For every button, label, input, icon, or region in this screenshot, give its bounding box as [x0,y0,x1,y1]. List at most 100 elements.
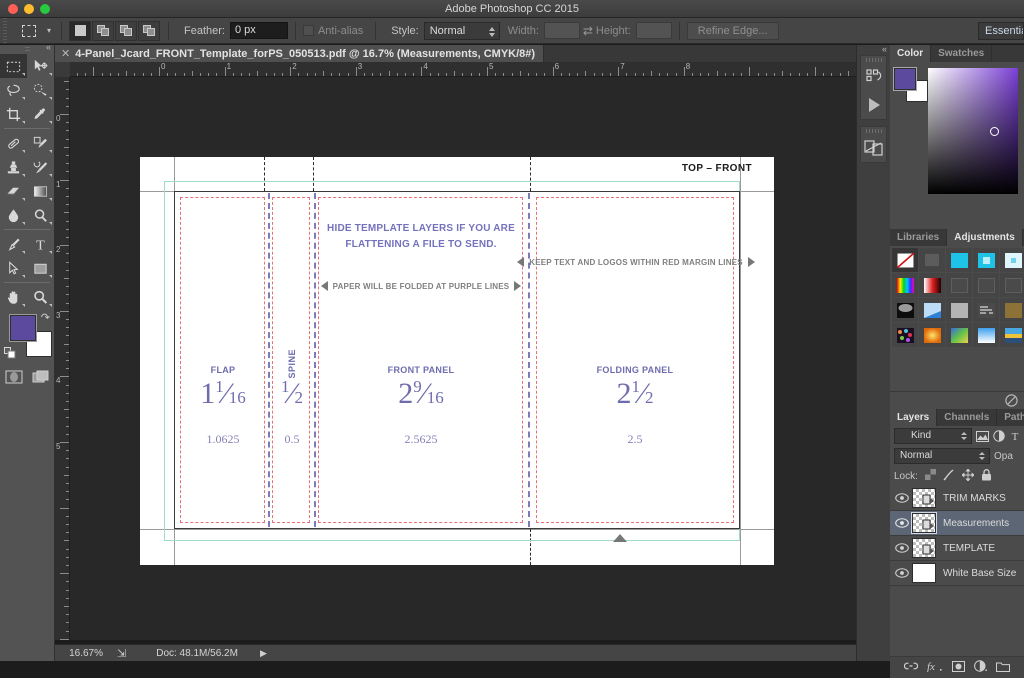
type-filter-icon[interactable]: T [1009,430,1020,443]
hand-tool[interactable] [0,285,27,309]
active-tool-icon[interactable] [14,20,44,42]
horizontal-ruler[interactable]: 012345678 [55,62,884,77]
foreground-color-swatch[interactable] [10,315,36,341]
brush-tool[interactable] [27,131,54,155]
lasso-tool[interactable] [0,78,27,102]
swatch-cyan-solid[interactable] [946,248,972,272]
color-panel-tabs[interactable]: Color Swatches [890,45,1024,62]
add-to-selection-button[interactable] [92,21,114,41]
width-input[interactable] [544,22,580,39]
layer-row-trim-marks[interactable]: TRIM MARKS [890,486,1024,511]
swatch-cyan-inner[interactable] [973,248,999,272]
layer-visibility-toggle[interactable] [892,493,912,503]
swatch-empty-c[interactable] [1000,273,1024,297]
color-selector[interactable]: ↷ [0,309,54,365]
swatch-blue-fold[interactable] [919,298,945,322]
selection-mode-group[interactable] [69,21,161,41]
group-grip[interactable] [861,56,886,63]
history-panel-button[interactable] [861,63,886,91]
dodge-tool[interactable] [27,203,54,227]
layer-visibility-toggle[interactable] [892,518,912,528]
crop-tool[interactable] [0,102,27,126]
pen-tool[interactable] [0,232,27,256]
swatch-drop-shadow[interactable] [919,248,945,272]
tab-libraries[interactable]: Libraries [890,229,947,246]
lock-image-pixels-icon[interactable] [943,469,955,484]
quick-mask-button[interactable] [0,365,27,389]
quick-selection-tool[interactable] [27,78,54,102]
swatch-empty-b[interactable] [973,273,999,297]
layer-thumbnail[interactable] [912,538,936,558]
dock-collapse-handle[interactable] [857,45,890,55]
group-grip[interactable] [861,127,886,134]
intersect-selection-button[interactable] [138,21,160,41]
layer-visibility-toggle[interactable] [892,568,912,578]
new-group-icon[interactable] [996,661,1010,675]
blur-tool[interactable] [0,203,27,227]
tab-layers[interactable]: Layers [890,409,937,426]
gradient-tool[interactable] [27,179,54,203]
tools-panel-collapse-handle[interactable] [0,45,54,54]
tab-paths[interactable]: Paths [997,409,1024,426]
document-tab[interactable]: ✕ 4-Panel_Jcard_FRONT_Template_forPS_050… [55,45,544,62]
tool-preset-caret-icon[interactable]: ▾ [44,20,54,42]
adjustments-panel-tabs[interactable]: Libraries Adjustments Sty [890,229,1024,246]
layer-visibility-toggle[interactable] [892,543,912,553]
fx-icon[interactable]: fx [927,660,943,675]
swatch-brown-solid[interactable] [1000,298,1024,322]
layer-row-measurements[interactable]: Measurements [890,511,1024,536]
layer-row-white-base-size[interactable]: White Base Size [890,561,1024,586]
actions-panel-button[interactable] [861,91,886,119]
blend-mode-select[interactable]: Normal [894,448,990,464]
swap-arrows-icon[interactable]: ⇄ [580,23,596,39]
swatch-red-gradient[interactable] [919,273,945,297]
rectangular-marquee-tool[interactable] [0,54,27,78]
artboard[interactable]: TOP – FRONT HIDE TEMPLATE LAYERS IF YOU … [140,157,774,565]
expand-caret-icon[interactable]: ▶ [260,648,267,659]
no-entry-icon[interactable] [1005,394,1018,407]
default-colors-icon[interactable] [4,347,16,359]
layer-row-template[interactable]: TEMPLATE [890,536,1024,561]
swatch-empty-a[interactable] [946,273,972,297]
pixel-filter-icon[interactable] [976,430,989,443]
adjustment-filter-icon[interactable] [993,430,1005,443]
healing-brush-tool[interactable] [0,131,27,155]
swatch-blue-sky[interactable] [973,323,999,347]
layer-thumbnail[interactable] [912,488,936,508]
eyedropper-tool[interactable] [27,102,54,126]
swatch-orange-glow[interactable] [919,323,945,347]
layer-thumbnail[interactable] [912,563,936,583]
layer-list[interactable]: TRIM MARKS Measurements TEMPLATE White B… [890,486,1024,586]
lock-position-icon[interactable] [962,469,974,484]
workspace-switcher-button[interactable]: Essentials [978,22,1024,40]
path-selection-tool[interactable] [0,256,27,280]
tab-channels[interactable]: Channels [937,409,997,426]
adjustment-swatch-grid[interactable] [890,246,1024,347]
style-select[interactable]: Normal [424,22,500,40]
feather-input[interactable]: 0 px [230,22,288,39]
layer-thumbnail[interactable] [912,513,936,533]
add-mask-icon[interactable] [952,661,965,675]
adjustment-layer-icon[interactable] [974,660,987,675]
swatch-rainbow[interactable] [892,273,918,297]
lock-transparent-pixels-icon[interactable] [925,469,936,483]
eraser-tool[interactable] [0,179,27,203]
layers-panel-tabs[interactable]: Layers Channels Paths [890,409,1024,426]
tab-color[interactable]: Color [890,45,931,62]
vertical-ruler[interactable]: 012345 [55,77,70,640]
swatch-none[interactable] [892,248,918,272]
swatch-green-gradient[interactable] [946,323,972,347]
zoom-tool[interactable] [27,285,54,309]
antialias-checkbox[interactable] [303,25,314,36]
screen-mode-button[interactable] [27,365,54,389]
rectangle-shape-tool[interactable] [27,256,54,280]
color-ramp[interactable] [928,68,1018,194]
tab-adjustments[interactable]: Adjustments [947,229,1023,246]
color-ramp-cursor[interactable] [990,127,999,136]
height-input[interactable] [636,22,672,39]
paths-panel-button[interactable] [861,134,886,162]
tab-swatches[interactable]: Swatches [931,45,992,62]
color-panel-swatches[interactable] [894,68,928,102]
swatch-gray-solid[interactable] [946,298,972,322]
swatch-black-sphere[interactable] [892,298,918,322]
